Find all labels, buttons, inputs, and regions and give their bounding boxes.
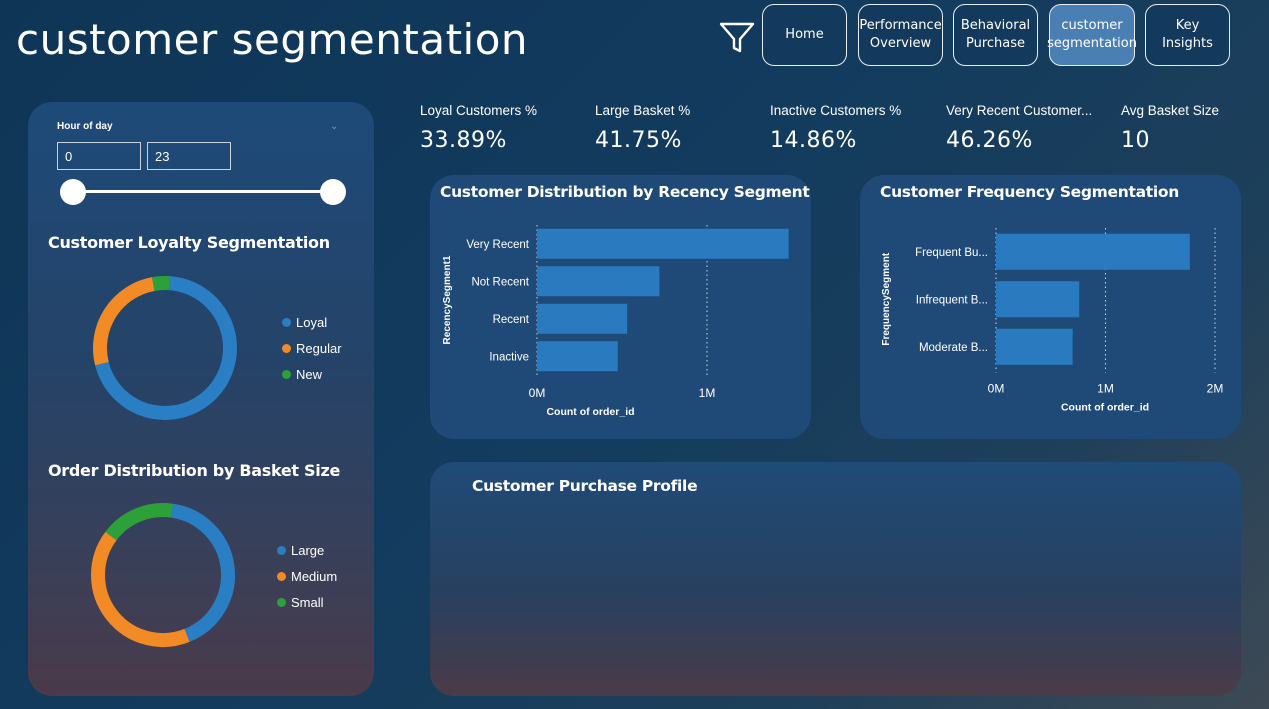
nav-home-button[interactable]: Home bbox=[762, 4, 847, 66]
legend-item-new[interactable]: New bbox=[282, 367, 322, 382]
bar[interactable] bbox=[537, 341, 618, 372]
legend-item-regular[interactable]: Regular bbox=[282, 341, 342, 356]
chevron-down-icon[interactable]: ⌄ bbox=[330, 121, 338, 132]
frequency-bar-chart[interactable]: 0M 1M 2M Frequent Bu... Infrequent B... Moder… bbox=[860, 175, 1241, 439]
category-label: Recent bbox=[493, 314, 530, 326]
donut-slice-new[interactable] bbox=[152, 276, 171, 291]
basket-donut-chart[interactable] bbox=[78, 492, 248, 658]
nav-performance-overview-button[interactable]: Performance Overview bbox=[858, 4, 943, 66]
legend-label-new: New bbox=[296, 367, 323, 382]
legend-label-large: Large bbox=[291, 543, 325, 558]
donut-slice-large[interactable] bbox=[170, 503, 235, 642]
category-label: Inactive bbox=[489, 351, 529, 363]
hour-min-input[interactable]: 0 bbox=[57, 142, 141, 170]
nav-performance-overview-label: Performance Overview bbox=[859, 18, 942, 51]
legend-item-medium[interactable]: Medium bbox=[277, 569, 337, 584]
legend-label-regular: Regular bbox=[296, 341, 342, 356]
donut-slice-medium[interactable] bbox=[91, 531, 190, 647]
bar[interactable] bbox=[996, 233, 1190, 270]
category-label: Not Recent bbox=[471, 276, 529, 288]
kpi-label-large-basket: Large Basket % bbox=[595, 103, 691, 118]
loyalty-chart-title: Customer Loyalty Segmentation bbox=[48, 233, 330, 252]
bar[interactable] bbox=[537, 266, 660, 297]
kpi-value-large-basket: 41.75% bbox=[595, 128, 682, 153]
hour-of-day-slicer-title: Hour of day bbox=[57, 121, 113, 132]
x-axis-label: Count of order_id bbox=[546, 406, 634, 418]
legend-dot-small bbox=[277, 598, 286, 607]
legend-label-medium: Medium bbox=[291, 569, 338, 584]
kpi-label-inactive-customers: Inactive Customers % bbox=[770, 103, 902, 118]
category-label: Very Recent bbox=[466, 239, 529, 251]
kpi-label-loyal-customers: Loyal Customers % bbox=[420, 103, 538, 118]
filter-funnel-icon[interactable] bbox=[718, 20, 756, 56]
x-tick-label: 0M bbox=[529, 386, 546, 400]
x-tick-label: 1M bbox=[699, 386, 716, 400]
bar[interactable] bbox=[537, 228, 789, 259]
category-label: Infrequent B... bbox=[916, 294, 988, 306]
y-axis-label: FrequencySegment bbox=[881, 252, 892, 345]
legend-dot-medium bbox=[277, 572, 286, 581]
kpi-label-very-recent-customers: Very Recent Customer... bbox=[946, 103, 1093, 118]
purchase-profile-title: Customer Purchase Profile bbox=[472, 477, 698, 495]
recency-bar-chart[interactable]: 0M 1M Very Recent Not Recent Recent Inactive C… bbox=[430, 175, 811, 439]
legend-item-small[interactable]: Small bbox=[277, 595, 324, 610]
bar[interactable] bbox=[537, 303, 628, 334]
y-axis-label: RecencySegment1 bbox=[442, 255, 453, 344]
legend-dot-large bbox=[277, 546, 286, 555]
slider-max-handle[interactable] bbox=[320, 179, 346, 205]
legend-item-loyal[interactable]: Loyal bbox=[282, 315, 327, 330]
page-title: customer segmentation bbox=[16, 15, 529, 64]
x-tick-label: 2M bbox=[1207, 382, 1224, 396]
nav-key-insights-label: Key Insights bbox=[1162, 18, 1213, 51]
legend-label-small: Small bbox=[291, 595, 324, 610]
nav-behavioral-purchase-label: Behavioral Purchase bbox=[960, 18, 1031, 51]
kpi-value-very-recent-customers: 46.26% bbox=[946, 128, 1033, 153]
slider-min-handle[interactable] bbox=[60, 179, 86, 205]
kpi-value-avg-basket-size: 10 bbox=[1121, 128, 1150, 153]
nav-behavioral-purchase-button[interactable]: Behavioral Purchase bbox=[953, 4, 1038, 66]
x-axis-label: Count of order_id bbox=[1061, 402, 1149, 414]
legend-label-loyal: Loyal bbox=[296, 315, 328, 330]
loyalty-donut-chart[interactable] bbox=[80, 265, 250, 431]
donut-slice-small[interactable] bbox=[105, 503, 174, 541]
nav-customer-segmentation-label: customer segmentation bbox=[1047, 18, 1137, 51]
nav-customer-segmentation-button[interactable]: customer segmentation bbox=[1047, 4, 1137, 66]
legend-dot-loyal bbox=[282, 318, 291, 327]
basket-chart-title: Order Distribution by Basket Size bbox=[48, 461, 341, 480]
kpi-value-inactive-customers: 14.86% bbox=[770, 128, 857, 153]
legend-dot-new bbox=[282, 370, 291, 379]
hour-range-slider-track[interactable] bbox=[72, 190, 334, 193]
nav-key-insights-button[interactable]: Key Insights bbox=[1145, 4, 1230, 66]
category-label: Moderate B... bbox=[919, 342, 988, 354]
legend-item-large[interactable]: Large bbox=[277, 543, 324, 558]
purchase-profile-panel bbox=[430, 462, 1241, 696]
kpi-value-loyal-customers: 33.89% bbox=[420, 128, 507, 153]
x-tick-label: 0M bbox=[988, 382, 1005, 396]
kpi-label-avg-basket-size: Avg Basket Size bbox=[1121, 103, 1220, 118]
category-label: Frequent Bu... bbox=[915, 247, 988, 259]
hour-max-input[interactable]: 23 bbox=[147, 142, 231, 170]
bar[interactable] bbox=[996, 328, 1073, 365]
nav-home-label: Home bbox=[785, 27, 824, 42]
bar[interactable] bbox=[996, 281, 1080, 318]
legend-dot-regular bbox=[282, 344, 291, 353]
donut-slice-regular[interactable] bbox=[93, 277, 155, 366]
x-tick-label: 1M bbox=[1097, 382, 1114, 396]
